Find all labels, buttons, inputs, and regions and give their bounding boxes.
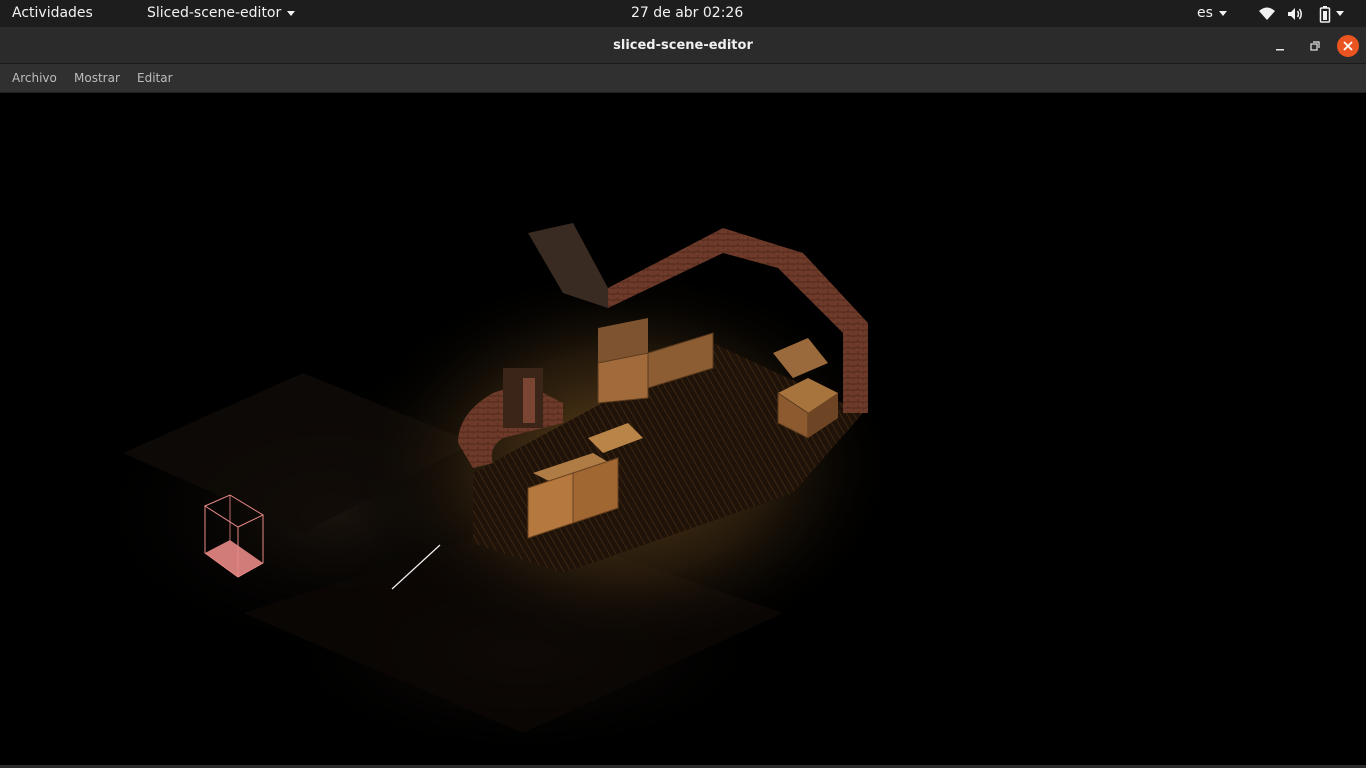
system-menu-caret-icon[interactable]	[1336, 11, 1344, 16]
scene-viewport[interactable]	[3, 93, 1363, 765]
maximize-icon[interactable]	[1303, 35, 1325, 57]
menu-editar[interactable]: Editar	[137, 64, 173, 93]
scene-render[interactable]	[3, 93, 1363, 765]
window-title-bar[interactable]: sliced-scene-editor	[0, 27, 1366, 64]
menu-mostrar[interactable]: Mostrar	[74, 64, 120, 93]
close-button[interactable]	[1337, 35, 1359, 57]
chevron-down-icon	[287, 10, 296, 16]
window-title: sliced-scene-editor	[613, 38, 753, 53]
volume-icon[interactable]	[1286, 5, 1304, 23]
keyboard-layout-label: es	[1197, 5, 1213, 21]
clock[interactable]: 27 de abr 02:26	[631, 0, 743, 27]
app-menu-button[interactable]: Sliced-scene-editor	[147, 0, 296, 27]
battery-icon[interactable]	[1316, 5, 1334, 23]
wifi-icon[interactable]	[1258, 5, 1276, 23]
app-menu-label: Sliced-scene-editor	[147, 5, 282, 21]
chevron-down-icon	[1218, 10, 1227, 16]
close-icon	[1343, 41, 1353, 51]
menu-archivo[interactable]: Archivo	[12, 64, 57, 93]
menu-bar: Archivo Mostrar Editar	[0, 64, 1366, 93]
gnome-top-bar: Actividades Sliced-scene-editor 27 de ab…	[0, 0, 1366, 27]
minimize-icon[interactable]	[1269, 35, 1291, 57]
keyboard-layout-indicator[interactable]: es	[1197, 0, 1227, 27]
activities-button[interactable]: Actividades	[12, 0, 93, 27]
